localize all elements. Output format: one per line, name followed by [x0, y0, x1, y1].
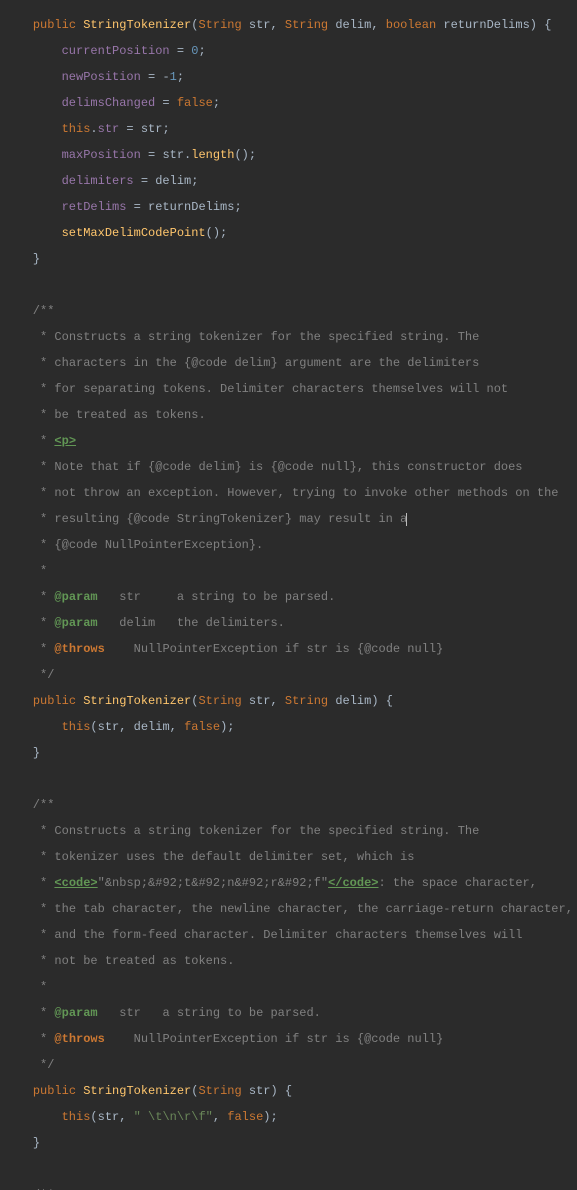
javadoc-line: * @param str a string to be parsed.	[0, 591, 577, 604]
code-line: }	[0, 747, 577, 760]
code-line	[0, 279, 577, 292]
javadoc-line: */	[0, 1059, 577, 1072]
code-line: this(str, delim, false);	[0, 721, 577, 734]
javadoc-line: * Note that if {@code delim} is {@code n…	[0, 461, 577, 474]
javadoc-line: * characters in the {@code delim} argume…	[0, 357, 577, 370]
code-line: }	[0, 253, 577, 266]
code-line: public StringTokenizer(String str) {	[0, 1085, 577, 1098]
javadoc-line: /**	[0, 305, 577, 318]
javadoc-line: * @param delim the delimiters.	[0, 617, 577, 630]
code-line: public StringTokenizer(String str, Strin…	[0, 695, 577, 708]
javadoc-line: *	[0, 565, 577, 578]
code-line: public StringTokenizer(String str, Strin…	[0, 19, 577, 32]
javadoc-line: * resulting {@code StringTokenizer} may …	[0, 513, 577, 526]
code-line: delimiters = delim;	[0, 175, 577, 188]
javadoc-line: /**	[0, 799, 577, 812]
text-cursor	[406, 513, 407, 526]
javadoc-line: * <p>	[0, 435, 577, 448]
javadoc-line: * not be treated as tokens.	[0, 955, 577, 968]
code-line: delimsChanged = false;	[0, 97, 577, 110]
code-line: }	[0, 1137, 577, 1150]
javadoc-line: * @throws NullPointerException if str is…	[0, 1033, 577, 1046]
javadoc-line: * @param str a string to be parsed.	[0, 1007, 577, 1020]
javadoc-line: * @throws NullPointerException if str is…	[0, 643, 577, 656]
javadoc-line: * not throw an exception. However, tryin…	[0, 487, 577, 500]
javadoc-line: * and the form-feed character. Delimiter…	[0, 929, 577, 942]
javadoc-line: *	[0, 981, 577, 994]
javadoc-line: * Constructs a string tokenizer for the …	[0, 825, 577, 838]
code-editor[interactable]: public StringTokenizer(String str, Strin…	[0, 0, 577, 1190]
javadoc-line: * tokenizer uses the default delimiter s…	[0, 851, 577, 864]
code-line	[0, 1163, 577, 1176]
javadoc-line: * {@code NullPointerException}.	[0, 539, 577, 552]
code-line: retDelims = returnDelims;	[0, 201, 577, 214]
javadoc-line: * Constructs a string tokenizer for the …	[0, 331, 577, 344]
code-line: this.str = str;	[0, 123, 577, 136]
code-line: this(str, " \t\n\r\f", false);	[0, 1111, 577, 1124]
javadoc-line: */	[0, 669, 577, 682]
code-line: newPosition = -1;	[0, 71, 577, 84]
javadoc-line: * for separating tokens. Delimiter chara…	[0, 383, 577, 396]
javadoc-line: /**	[0, 1189, 577, 1190]
javadoc-line: * be treated as tokens.	[0, 409, 577, 422]
javadoc-line: * <code>"&nbsp;&#92;t&#92;n&#92;r&#92;f"…	[0, 877, 577, 890]
javadoc-line: * the tab character, the newline charact…	[0, 903, 577, 916]
code-line: setMaxDelimCodePoint();	[0, 227, 577, 240]
code-line	[0, 773, 577, 786]
code-line: currentPosition = 0;	[0, 45, 577, 58]
code-line: maxPosition = str.length();	[0, 149, 577, 162]
